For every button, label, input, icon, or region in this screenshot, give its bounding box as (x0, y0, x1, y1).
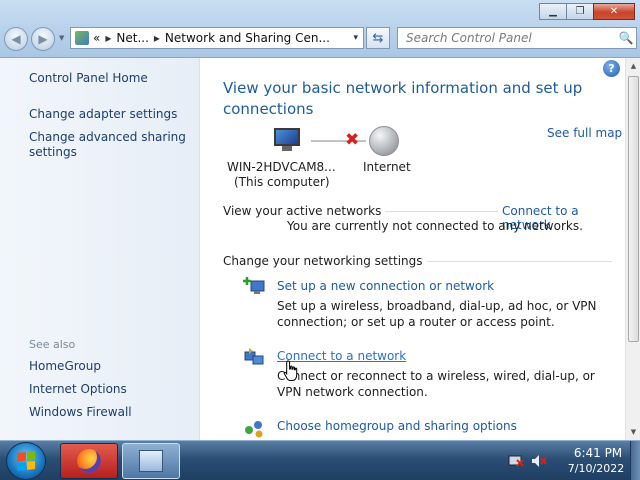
windows-firewall-link[interactable]: Windows Firewall (29, 405, 132, 420)
scroll-up-arrow-icon[interactable]: ▲ (626, 58, 640, 74)
page-title: View your basic network information and … (223, 79, 583, 118)
close-button[interactable]: ✕ (593, 3, 635, 20)
breadcrumb-separator[interactable]: ▸ (105, 31, 111, 45)
show-desktop-button[interactable] (630, 441, 640, 480)
taskbar-firefox-button[interactable] (60, 443, 118, 479)
connection-status-text: You are currently not connected to any n… (287, 219, 583, 233)
help-button[interactable]: ? (603, 60, 620, 77)
address-dropdown[interactable]: ▾ (353, 33, 358, 43)
search-box[interactable]: 🔍 (397, 27, 637, 49)
computer-label: (This computer) (234, 175, 330, 189)
new-connection-icon (243, 277, 265, 294)
firefox-icon (77, 449, 101, 473)
computer-name: WIN-2HDVCAM8... (227, 160, 336, 174)
change-advanced-sharing-link[interactable]: Change advanced sharing settings (29, 130, 189, 160)
control-panel-home-link[interactable]: Control Panel Home (29, 71, 148, 86)
clock-time[interactable]: 6:41 PM (568, 446, 628, 460)
taskbar: 6:41 PM 7/10/2022 (0, 440, 640, 480)
setup-new-connection-link[interactable]: Set up a new connection or network (277, 279, 494, 293)
homegroup-icon (245, 421, 263, 438)
forward-button[interactable]: ▶ (31, 27, 55, 51)
back-button[interactable]: ◀ (4, 27, 28, 51)
homegroup-link[interactable]: HomeGroup (29, 359, 101, 374)
volume-muted-icon[interactable] (531, 454, 547, 468)
search-icon[interactable]: 🔍 (616, 31, 636, 45)
see-also-heading: See also (29, 338, 76, 351)
change-settings-heading: Change your networking settings (223, 254, 427, 268)
homegroup-sharing-options-link[interactable]: Choose homegroup and sharing options (277, 419, 517, 433)
clock-date[interactable]: 7/10/2022 (562, 462, 630, 475)
start-button[interactable] (6, 442, 46, 480)
window-controls: ▁ ❐ ✕ (539, 3, 635, 20)
arrow-right-icon: ▶ (38, 32, 48, 46)
breadcrumb-separator[interactable]: ▸ (154, 31, 160, 45)
control-panel-icon (75, 31, 89, 45)
internet-globe-icon[interactable] (369, 126, 399, 156)
breadcrumb-network[interactable]: Net... (116, 31, 149, 45)
taskbar-control-panel-button[interactable] (122, 443, 180, 479)
minimize-button[interactable]: ▁ (539, 3, 567, 20)
search-input[interactable] (398, 31, 616, 45)
address-bar[interactable]: « ▸ Net... ▸ Network and Sharing Cen... … (70, 27, 364, 49)
internet-label: Internet (363, 160, 411, 174)
internet-options-link[interactable]: Internet Options (29, 382, 127, 397)
connect-to-network-description: Connect or reconnect to a wireless, wire… (277, 369, 595, 399)
connect-network-icon (244, 348, 264, 365)
change-adapter-settings-link[interactable]: Change adapter settings (29, 107, 177, 122)
breadcrumb-network-sharing-center[interactable]: Network and Sharing Cen... (165, 31, 330, 45)
maximize-button[interactable]: ❐ (566, 3, 594, 20)
left-navigation-pane: Control Panel Home Change adapter settin… (0, 58, 200, 440)
refresh-button[interactable]: ⇆ (366, 27, 390, 49)
active-networks-heading: View your active networks (223, 204, 386, 218)
recent-pages-dropdown[interactable]: ▼ (59, 34, 64, 42)
windows-logo-icon (17, 451, 35, 471)
hand-cursor-icon (283, 360, 298, 381)
breadcrumb-overflow[interactable]: « (93, 31, 100, 45)
arrow-left-icon: ◀ (11, 32, 21, 46)
window-chrome: ▁ ❐ ✕ ◀ ▶ ▼ « ▸ Net... ▸ Network and Sha… (0, 0, 640, 58)
main-content: ? View your basic network information an… (201, 58, 625, 440)
setup-new-connection-description: Set up a wireless, broadband, dial-up, a… (277, 299, 597, 329)
system-tray: 6:41 PM 7/10/2022 (500, 441, 640, 480)
scrollbar-thumb[interactable] (628, 76, 639, 342)
see-full-map-link[interactable]: See full map (547, 126, 622, 140)
computer-icon[interactable] (272, 128, 302, 152)
vertical-scrollbar[interactable]: ▲ ▼ (625, 58, 640, 440)
control-panel-window-icon (139, 450, 163, 472)
disconnected-x-icon: ✖ (345, 130, 360, 150)
scroll-down-arrow-icon[interactable]: ▼ (626, 424, 640, 440)
network-disconnected-icon[interactable] (508, 454, 524, 468)
